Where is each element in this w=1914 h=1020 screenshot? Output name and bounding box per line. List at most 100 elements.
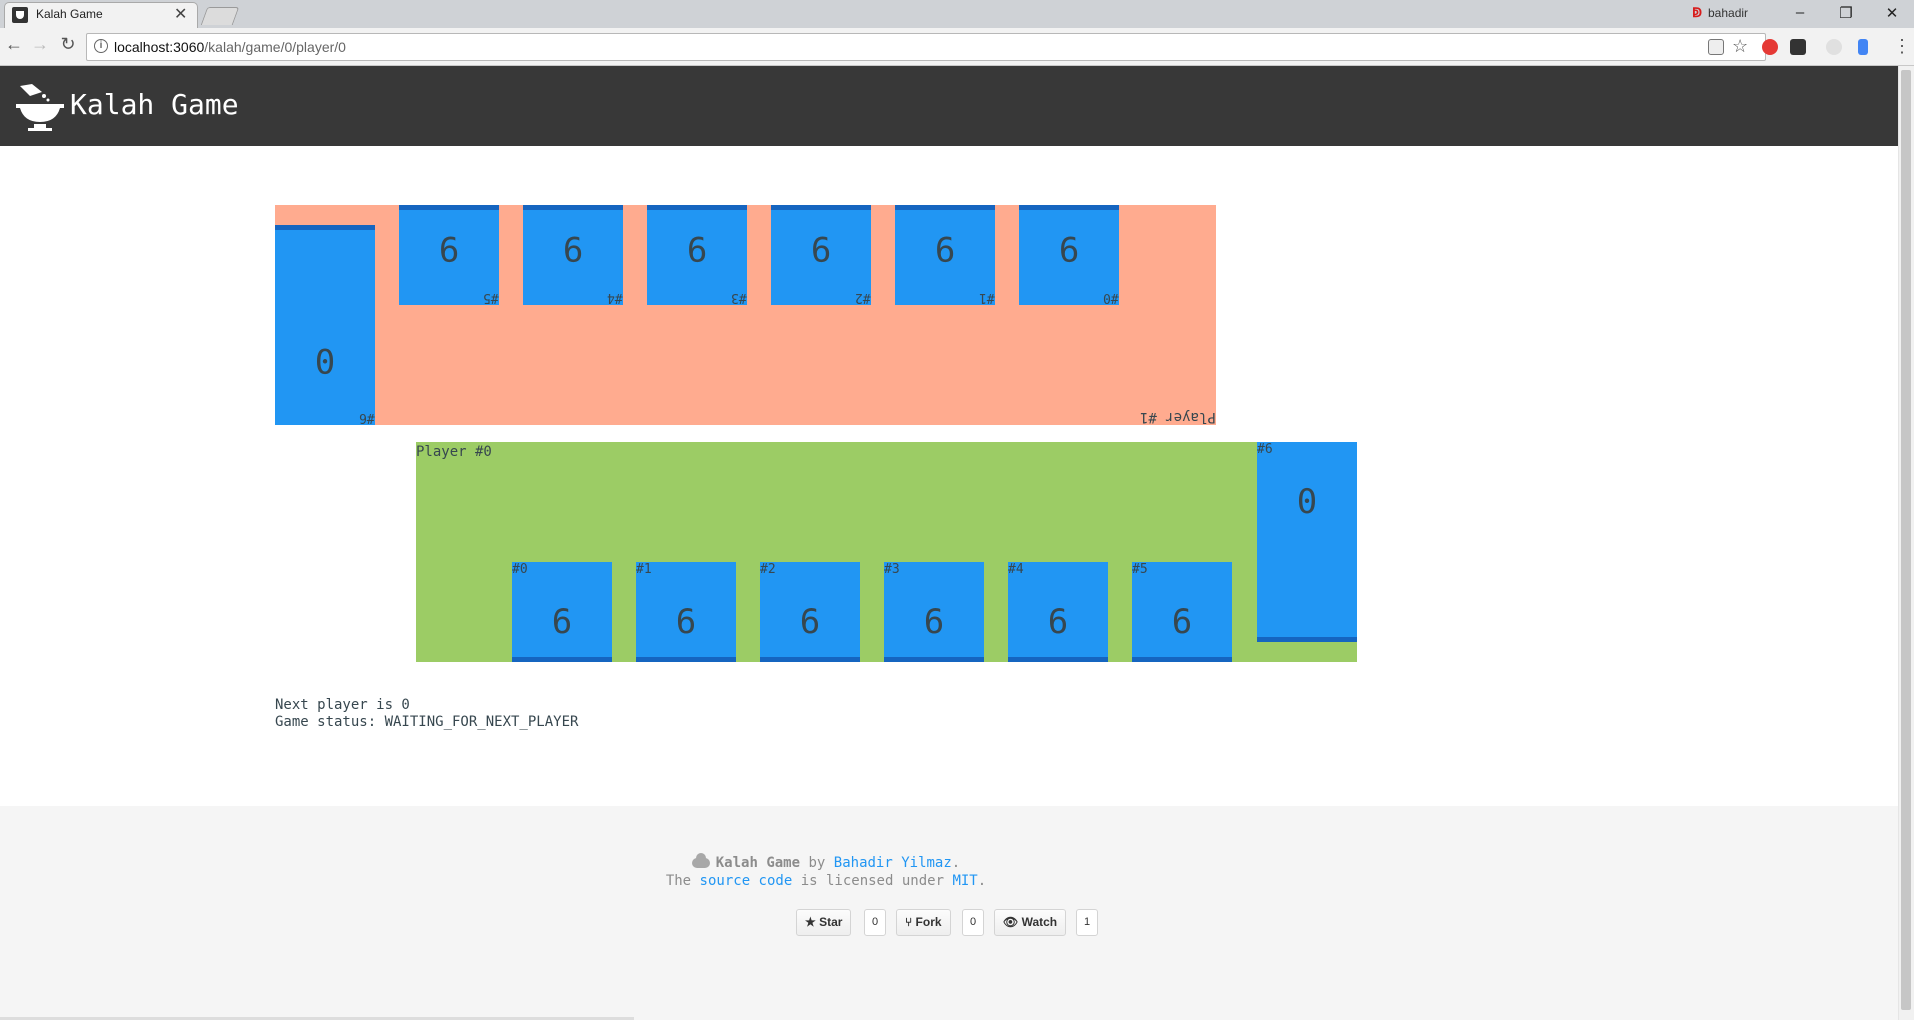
mit-license-link[interactable]: MIT — [952, 873, 977, 889]
player0-pit[interactable]: #5 6 — [1132, 562, 1232, 662]
pit-count: 9 — [686, 228, 708, 268]
star-icon[interactable]: ☆ — [1732, 36, 1748, 57]
url-text[interactable]: localhost:3060/kalah/game/0/player/0 — [114, 39, 346, 55]
pit-index: #4 — [607, 290, 623, 305]
player1-board: 0 #6 9 #5 9 #4 9 #3 9 #2 9 #1 9 #0 Playe… — [275, 205, 1216, 425]
extension-red-icon[interactable] — [1762, 39, 1778, 55]
new-tab-button[interactable] — [200, 7, 240, 25]
player0-pit[interactable]: #0 6 — [512, 562, 612, 662]
github-watch-count[interactable]: 1 — [1076, 909, 1099, 936]
github-fork-button[interactable]: ⑂ Fork — [896, 909, 951, 936]
pit-index: #5 — [483, 290, 499, 305]
fork-icon: ⑂ — [905, 915, 913, 929]
pit-index: #3 — [884, 562, 900, 577]
pit-count: 6 — [799, 602, 821, 642]
url-host: localhost:3060 — [114, 39, 205, 55]
game-status-text: Game status: WAITING_FOR_NEXT_PLAYER — [275, 714, 579, 730]
minimize-icon[interactable]: – — [1790, 4, 1810, 21]
player0-pit[interactable]: #4 6 — [1008, 562, 1108, 662]
github-star-count[interactable]: 0 — [864, 909, 887, 936]
tab-close-icon[interactable]: ✕ — [174, 4, 187, 24]
player0-label: Player #0 — [416, 444, 492, 460]
player1-label: Player #1 — [1140, 409, 1216, 425]
game-status-panel: Next player is 0 Game status: WAITING_FO… — [275, 697, 578, 731]
player0-board: Player #0 #0 6 #1 6 #2 6 #3 6 #4 6 #5 6 … — [416, 442, 1357, 662]
footer-period: . — [951, 855, 961, 871]
fork-label: Fork — [915, 915, 942, 929]
player0-store: #6 0 — [1257, 442, 1357, 642]
player1-pit[interactable]: 9 #2 — [771, 205, 871, 305]
player0-pit[interactable]: #2 6 — [760, 562, 860, 662]
cloud-icon — [691, 853, 710, 868]
pit-index: #0 — [1103, 290, 1119, 305]
pit-count: 6 — [551, 602, 573, 642]
github-fork-count[interactable]: 0 — [962, 909, 985, 936]
footer-license: The source code is licensed under MIT. — [0, 873, 1652, 889]
pit-index: #2 — [760, 562, 776, 577]
eye-icon: 👁 — [1003, 915, 1019, 929]
watch-label: Watch — [1021, 915, 1058, 929]
player1-pit[interactable]: 9 #1 — [895, 205, 995, 305]
star-icon: ★ — [805, 915, 816, 929]
store-count: 0 — [314, 340, 336, 380]
player1-pit[interactable]: 9 #3 — [647, 205, 747, 305]
pit-count: 6 — [923, 602, 945, 642]
footer-license-period: . — [977, 873, 987, 889]
player0-pit[interactable]: #3 6 — [884, 562, 984, 662]
source-code-link[interactable]: source code — [700, 873, 793, 889]
pit-index: #1 — [636, 562, 652, 577]
kalah-logo-icon[interactable] — [14, 82, 66, 134]
pit-count: 6 — [1047, 602, 1069, 642]
footer-project: Kalah Game — [715, 855, 801, 871]
store-index: #6 — [359, 410, 375, 425]
player0-pit[interactable]: #1 6 — [636, 562, 736, 662]
app-title[interactable]: Kalah Game — [70, 88, 239, 121]
footer-the: The — [665, 873, 692, 889]
extension-dark-icon[interactable] — [1790, 39, 1806, 55]
footer-credit: Kalah Game by Bahadir Yilmaz. — [0, 853, 1652, 871]
pit-count: 9 — [934, 228, 956, 268]
pit-count: 9 — [1058, 228, 1080, 268]
pit-count: 6 — [1171, 602, 1193, 642]
github-watch-button[interactable]: 👁 Watch — [994, 909, 1067, 936]
pit-index: #1 — [979, 290, 995, 305]
profile-name[interactable]: bahadir — [1708, 6, 1748, 20]
pit-count: 9 — [810, 228, 832, 268]
browser-tabstrip — [0, 0, 1914, 28]
player1-pit[interactable]: 9 #5 — [399, 205, 499, 305]
next-player-text: Next player is 0 — [275, 697, 410, 713]
pit-index: #2 — [855, 290, 871, 305]
pit-index: #5 — [1132, 562, 1148, 577]
store-count: 0 — [1296, 482, 1318, 522]
info-icon[interactable]: i — [94, 39, 108, 53]
pit-count: 9 — [438, 228, 460, 268]
footer-licensed: is licensed under — [800, 873, 944, 889]
player1-store: 0 #6 — [275, 225, 375, 425]
player1-pit[interactable]: 9 #0 — [1019, 205, 1119, 305]
back-icon[interactable]: ← — [2, 34, 26, 55]
favicon-icon — [12, 7, 28, 23]
reload-icon[interactable]: ↻ — [56, 34, 80, 55]
menu-icon[interactable]: ⋮ — [1893, 36, 1911, 57]
pit-index: #4 — [1008, 562, 1024, 577]
pit-index: #0 — [512, 562, 528, 577]
pit-count: 9 — [562, 228, 584, 268]
player1-pit[interactable]: 9 #4 — [523, 205, 623, 305]
close-window-icon[interactable]: ✕ — [1882, 4, 1902, 22]
author-link[interactable]: Bahadir Yilmaz — [834, 855, 952, 871]
scrollbar-thumb[interactable] — [1901, 70, 1911, 1010]
pit-count: 6 — [675, 602, 697, 642]
tab-title: Kalah Game — [36, 7, 103, 21]
star-label: Star — [819, 915, 843, 929]
app-navbar — [0, 66, 1898, 146]
pit-index: #3 — [731, 290, 747, 305]
forward-icon[interactable]: → — [28, 34, 52, 55]
footer-by: by — [808, 855, 826, 871]
restore-icon[interactable]: ❐ — [1836, 4, 1856, 22]
profile-icon[interactable]: ↁ — [1692, 5, 1702, 21]
url-path: /kalah/game/0/player/0 — [204, 39, 346, 55]
translate-icon[interactable] — [1708, 39, 1724, 55]
extension-blue-icon[interactable] — [1858, 39, 1868, 55]
github-star-button[interactable]: ★ Star — [796, 909, 852, 936]
extension-grey-icon[interactable] — [1826, 39, 1842, 55]
